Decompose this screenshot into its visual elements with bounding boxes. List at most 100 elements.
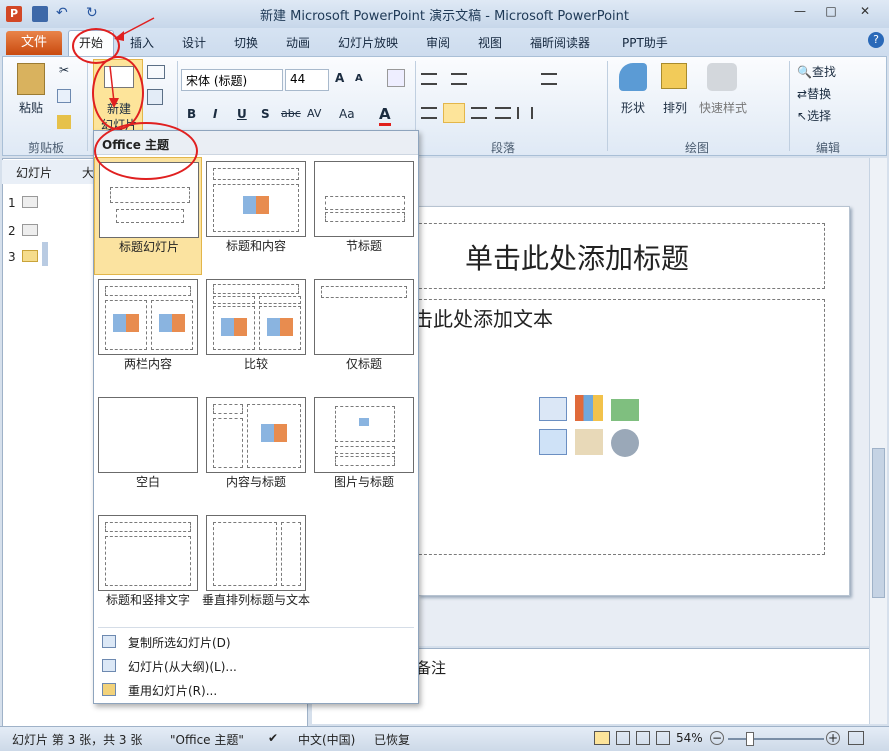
slide-title-text: 单击此处添加标题 [465,242,690,275]
shapes-icon[interactable] [619,63,647,91]
layout-thumb [98,397,198,473]
paste-icon[interactable] [17,63,45,95]
tab-ppt-helper[interactable]: PPT助手 [622,34,668,51]
tab-transitions[interactable]: 切换 [234,34,258,51]
sorter-view-icon[interactable] [616,731,630,745]
shadow-button[interactable]: S [261,107,270,121]
layout-thumb [206,279,306,355]
align-center-icon[interactable] [443,103,465,123]
arrange-icon[interactable] [661,63,687,89]
status-language[interactable]: 中文(中国) [298,731,355,748]
select-icon: ↖ [797,109,808,123]
replace-icon: ⇄ [797,87,808,101]
tab-view[interactable]: 视图 [478,34,502,51]
layout-picture-caption[interactable]: 图片与标题 [310,393,418,511]
clear-format-icon[interactable] [387,69,405,87]
reuse-slides-item[interactable]: 重用幻灯片(R)... [94,679,418,701]
tab-design[interactable]: 设计 [182,34,206,51]
zoom-level[interactable]: 54% [676,731,703,745]
slide-thumb-2[interactable]: 2 [8,224,42,238]
insert-table-icon[interactable] [539,397,567,421]
insert-picture-icon[interactable] [539,429,567,455]
replace-button[interactable]: ⇄替换 [797,85,831,102]
format-painter-icon[interactable] [57,115,71,129]
layout-title-content[interactable]: 标题和内容 [202,157,310,275]
align-right-icon[interactable] [471,107,487,119]
layout-thumb [98,515,198,591]
char-spacing-button[interactable]: AV [307,107,321,120]
tab-foxit[interactable]: 福昕阅读器 [530,34,590,51]
italic-button[interactable]: I [213,107,217,121]
line-spacing-icon[interactable] [541,73,557,85]
shrink-font-icon[interactable]: A [355,73,363,84]
duplicate-slides-item[interactable]: 复制所选幻灯片(D) [94,631,418,653]
layout-title-vertical-text[interactable]: 标题和竖排文字 [94,511,202,629]
strikethrough-button[interactable]: abc [281,107,301,120]
content-icon [261,424,287,442]
spellcheck-icon[interactable]: ✔ [268,731,278,745]
layout-thumb [314,397,414,473]
bold-button[interactable]: B [187,107,196,121]
normal-view-icon[interactable] [594,731,610,745]
slide-canvas[interactable]: 单击此处添加标题 击此处添加文本 [409,206,850,596]
bullets-icon[interactable] [421,73,437,85]
vertical-scrollbar[interactable] [869,158,887,724]
font-size-select[interactable]: 44 [285,69,329,91]
zoom-slider[interactable] [728,738,824,740]
font-name-select[interactable]: 宋体 (标题) [181,69,283,91]
layout-content-caption[interactable]: 内容与标题 [202,393,310,511]
scroll-thumb[interactable] [872,448,885,598]
thumb-icon [22,196,38,208]
insert-smartart-icon[interactable] [611,399,639,421]
tab-slideshow[interactable]: 幻灯片放映 [338,34,398,51]
zoom-in-icon[interactable]: + [826,731,840,745]
underline-button[interactable]: U [237,107,247,121]
select-button[interactable]: ↖选择 [797,107,831,124]
layout-thumb [206,161,306,237]
insert-chart-icon[interactable] [575,395,603,421]
justify-icon[interactable] [495,107,511,119]
layout-title-only[interactable]: 仅标题 [310,275,418,393]
grow-font-icon[interactable]: A [335,71,344,85]
slides-from-outline-item[interactable]: 幻灯片(从大纲)(L)... [94,655,418,677]
layout-comparison[interactable]: 比较 [202,275,310,393]
insert-media-icon[interactable] [611,429,639,457]
tab-slides[interactable]: 幻灯片 [16,164,52,181]
layout-label: 标题和竖排文字 [105,593,190,607]
slideshow-view-icon[interactable] [656,731,670,745]
paste-button[interactable]: 粘贴 [15,99,47,116]
layout-two-content[interactable]: 两栏内容 [94,275,202,393]
shapes-button[interactable]: 形状 [617,99,649,116]
content-placeholder[interactable] [409,299,825,555]
change-case-button[interactable]: Aa [339,107,355,121]
reading-view-icon[interactable] [636,731,650,745]
tab-animations[interactable]: 动画 [286,34,310,51]
maximize-button[interactable]: □ [817,4,845,22]
quick-styles-button[interactable]: 快速样式 [695,99,751,116]
find-button[interactable]: 🔍查找 [797,63,836,80]
minimize-button[interactable]: — [786,4,814,22]
layout-blank[interactable]: 空白 [94,393,202,511]
insert-clipart-icon[interactable] [575,429,603,455]
zoom-out-icon[interactable]: − [710,731,724,745]
quick-styles-icon[interactable] [707,63,737,91]
annotation-circle-office-theme [94,122,198,180]
cut-icon[interactable]: ✂ [57,63,71,77]
align-left-icon[interactable] [421,107,437,119]
help-icon[interactable]: ? [868,32,884,48]
tab-review[interactable]: 审阅 [426,34,450,51]
close-button[interactable]: ✕ [851,4,879,22]
columns-icon[interactable] [517,107,533,119]
layout-vertical-title-text[interactable]: 垂直排列标题与文本 [202,511,310,629]
fit-window-icon[interactable] [848,731,864,745]
group-label-paragraph: 段落 [490,141,515,155]
slide-thumb-3[interactable]: 3 [8,242,52,268]
font-color-button[interactable]: A [379,105,391,126]
zoom-slider-thumb[interactable] [746,732,754,746]
copy-icon[interactable] [57,89,71,103]
numbering-icon[interactable] [451,73,467,85]
arrange-button[interactable]: 排列 [659,99,691,116]
layout-section-header[interactable]: 节标题 [310,157,418,275]
tab-file[interactable]: 文件 [6,31,62,55]
slide-thumb-1[interactable]: 1 [8,196,42,210]
